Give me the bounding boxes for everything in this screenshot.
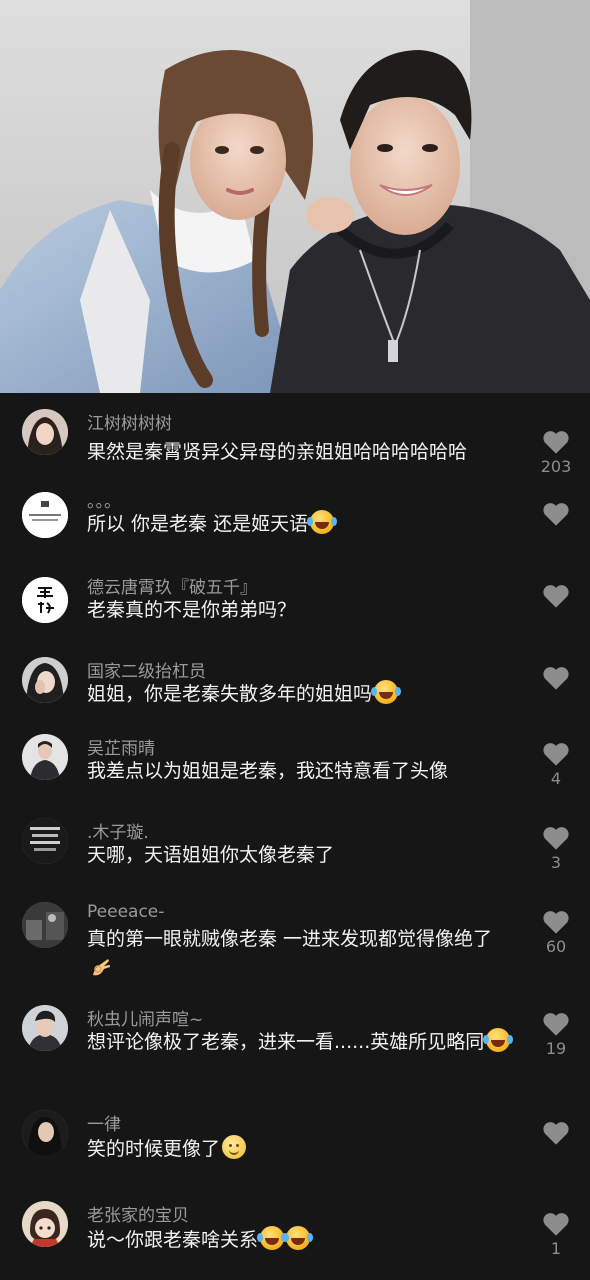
heart-icon bbox=[543, 911, 569, 934]
like-button[interactable] bbox=[536, 583, 576, 611]
smile-emoji-icon bbox=[222, 1135, 247, 1159]
like-button[interactable] bbox=[536, 501, 576, 529]
like-count: 1 bbox=[550, 1239, 562, 1258]
like-button[interactable]: 3 bbox=[536, 825, 576, 872]
comment-username[interactable]: Peeeace- bbox=[87, 902, 164, 922]
like-count: 60 bbox=[545, 937, 567, 956]
comment-username[interactable]: 江树树树树 bbox=[87, 409, 172, 434]
like-count: 4 bbox=[550, 769, 562, 788]
heart-icon bbox=[543, 585, 569, 608]
avatar[interactable] bbox=[22, 577, 68, 623]
comment-text-content: 姐姐，你是老秦失散多年的姐姐吗 bbox=[87, 683, 373, 705]
comment-text: 果然是秦霄贤异父异母的亲姐姐哈哈哈哈哈哈 bbox=[87, 437, 507, 467]
like-button[interactable]: 4 bbox=[536, 741, 576, 788]
laugh-cry-emoji-icon bbox=[371, 680, 399, 704]
avatar[interactable] bbox=[22, 1005, 68, 1051]
avatar[interactable] bbox=[22, 492, 68, 538]
like-button[interactable]: 203 bbox=[536, 429, 576, 476]
ok-hand-emoji-icon bbox=[89, 955, 113, 979]
avatar-image bbox=[22, 902, 68, 948]
avatar-image bbox=[22, 1201, 68, 1247]
comment-text: 所以 你是老秦 还是姬天语 bbox=[87, 509, 507, 539]
like-count: 19 bbox=[545, 1039, 567, 1058]
laugh-cry-emoji-icon bbox=[257, 1226, 285, 1250]
avatar-image bbox=[22, 734, 68, 780]
heart-icon bbox=[543, 1013, 569, 1036]
comment-text: 笑的时候更像了 bbox=[87, 1134, 507, 1164]
like-button[interactable]: 60 bbox=[536, 909, 576, 956]
comment-text-content: 真的第一眼就贼像老秦 一进来发现都觉得像绝了 bbox=[87, 928, 493, 950]
avatar-image bbox=[22, 577, 68, 623]
like-button[interactable]: 1 bbox=[536, 1211, 576, 1258]
comment-text: 姐姐，你是老秦失散多年的姐姐吗 bbox=[87, 679, 507, 709]
avatar[interactable] bbox=[22, 902, 68, 948]
comment-text-content: 果然是秦霄贤异父异母的亲姐姐哈哈哈哈哈哈 bbox=[87, 441, 468, 463]
like-button[interactable] bbox=[536, 1120, 576, 1148]
comment-text: 想评论像极了老秦，进来一看......英雄所见略同 bbox=[87, 1027, 511, 1057]
comment-text-content: 说～你跟老秦啥关系 bbox=[87, 1229, 259, 1251]
avatar[interactable] bbox=[22, 657, 68, 703]
avatar-image bbox=[22, 1110, 68, 1156]
avatar[interactable] bbox=[22, 734, 68, 780]
comment-text: 我差点以为姐姐是老秦，我还特意看了头像 bbox=[87, 756, 507, 786]
heart-icon bbox=[543, 827, 569, 850]
laugh-cry-emoji-icon bbox=[483, 1028, 511, 1052]
comment-text-content: 想评论像极了老秦，进来一看......英雄所见略同 bbox=[87, 1031, 485, 1053]
heart-icon bbox=[543, 503, 569, 526]
photo-illustration bbox=[0, 0, 590, 393]
like-button[interactable] bbox=[536, 665, 576, 693]
like-count: 203 bbox=[540, 457, 572, 476]
avatar[interactable] bbox=[22, 409, 68, 455]
comment-text-content: 老秦真的不是你弟弟吗？ bbox=[87, 599, 297, 621]
comment-text-content: 我差点以为姐姐是老秦，我还特意看了头像 bbox=[87, 760, 449, 782]
avatar-image bbox=[22, 657, 68, 703]
comment-username[interactable]: 老张家的宝贝 bbox=[87, 1201, 189, 1226]
avatar[interactable] bbox=[22, 818, 68, 864]
comment-username[interactable]: 一律 bbox=[87, 1110, 121, 1135]
avatar-image bbox=[22, 1005, 68, 1051]
laugh-cry-emoji-icon bbox=[307, 510, 335, 534]
avatar[interactable] bbox=[22, 1110, 68, 1156]
heart-icon bbox=[543, 667, 569, 690]
like-button[interactable]: 19 bbox=[536, 1011, 576, 1058]
laugh-cry-emoji-icon bbox=[283, 1226, 311, 1250]
avatar-image bbox=[22, 818, 68, 864]
comment-text: 老秦真的不是你弟弟吗？ bbox=[87, 595, 507, 625]
comment-text-content: 所以 你是老秦 还是姬天语 bbox=[87, 513, 309, 535]
comment-text: 真的第一眼就贼像老秦 一进来发现都觉得像绝了 bbox=[87, 924, 507, 984]
like-count: 3 bbox=[550, 853, 562, 872]
heart-icon bbox=[543, 1213, 569, 1236]
heart-icon bbox=[543, 1122, 569, 1145]
comment-text-content: 笑的时候更像了 bbox=[87, 1138, 221, 1160]
heart-icon bbox=[543, 431, 569, 454]
avatar-image bbox=[22, 409, 68, 455]
avatar-image bbox=[22, 492, 68, 538]
post-photo[interactable] bbox=[0, 0, 590, 393]
comment-text: 天哪，天语姐姐你太像老秦了 bbox=[87, 840, 507, 870]
comment-text-content: 天哪，天语姐姐你太像老秦了 bbox=[87, 844, 335, 866]
heart-icon bbox=[543, 743, 569, 766]
avatar[interactable] bbox=[22, 1201, 68, 1247]
comment-text: 说～你跟老秦啥关系 bbox=[87, 1225, 507, 1255]
